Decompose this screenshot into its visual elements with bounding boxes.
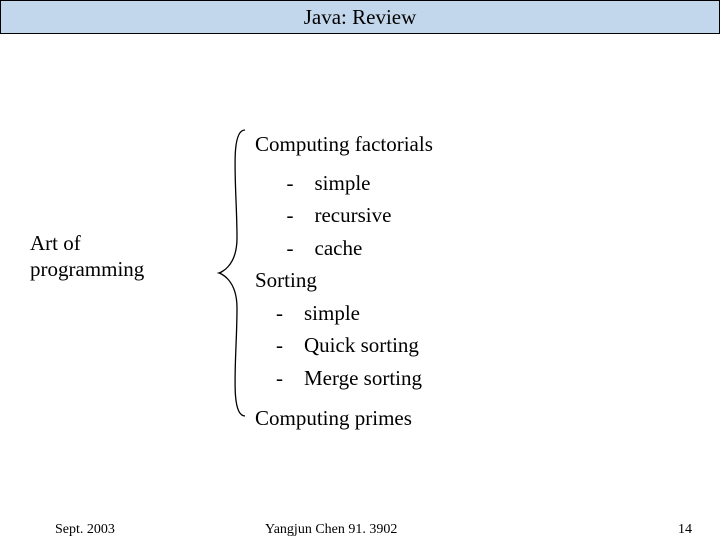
list-item: - simple bbox=[255, 167, 433, 200]
left-topic-line1: Art of bbox=[30, 230, 144, 256]
footer-author: Yangjun Chen 91. 3902 bbox=[265, 522, 397, 538]
slide-title: Java: Review bbox=[304, 5, 417, 30]
sorting-label: Sorting bbox=[255, 264, 433, 297]
heading-factorials: Computing factorials bbox=[255, 128, 433, 161]
left-topic-line2: programming bbox=[30, 256, 144, 282]
list-item: - recursive bbox=[255, 199, 433, 232]
curly-brace-icon bbox=[215, 128, 249, 418]
footer-date: Sept. 2003 bbox=[55, 522, 115, 538]
title-bar: Java: Review bbox=[0, 0, 720, 34]
page-number: 14 bbox=[678, 522, 692, 538]
list-item: - cache bbox=[255, 232, 433, 265]
list-item: - Quick sorting bbox=[255, 329, 433, 362]
left-topic-label: Art of programming bbox=[30, 230, 144, 283]
heading-primes: Computing primes bbox=[255, 402, 433, 435]
list-item: - simple bbox=[255, 297, 433, 330]
content-block: Computing factorials - simple - recursiv… bbox=[255, 128, 433, 435]
list-item: - Merge sorting bbox=[255, 362, 433, 395]
